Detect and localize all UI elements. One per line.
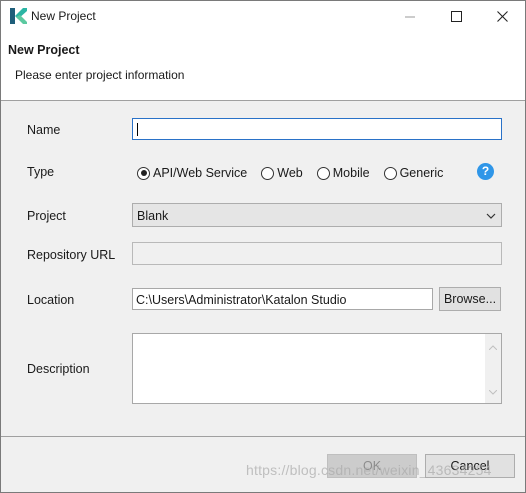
close-icon [496, 11, 508, 22]
radio-mobile[interactable]: Mobile [316, 166, 370, 180]
radio-indicator[interactable] [137, 166, 150, 180]
dialog-header: New Project Please enter project informa… [1, 32, 525, 101]
radio-label: API/Web Service [153, 166, 248, 180]
radio-indicator[interactable] [316, 166, 330, 180]
description-label: Description [27, 362, 90, 376]
radio-label: Generic [399, 166, 444, 180]
window-title: New Project [31, 9, 96, 23]
katalon-logo-icon [9, 7, 27, 25]
description-textarea[interactable] [132, 333, 502, 404]
header-message: Please enter project information [15, 68, 185, 82]
text-caret [137, 123, 138, 136]
form-area: Name Type API/Web Service Web Mobile Gen… [1, 101, 525, 436]
browse-button[interactable]: Browse... [439, 287, 501, 311]
vertical-scrollbar[interactable] [485, 334, 501, 403]
maximize-button[interactable] [433, 1, 479, 32]
watermark-text: https://blog.csdn.net/weixin_43634254 [246, 462, 492, 478]
project-label: Project [27, 209, 66, 223]
radio-generic[interactable]: Generic [383, 166, 444, 180]
type-radio-group: API/Web Service Web Mobile Generic [137, 164, 457, 182]
header-title: New Project [8, 43, 80, 57]
scroll-down-icon[interactable] [488, 384, 498, 398]
repository-url-input [132, 242, 502, 265]
location-value: C:\Users\Administrator\Katalon Studio [136, 293, 347, 307]
type-label: Type [27, 165, 55, 179]
radio-label: Web [277, 166, 303, 180]
radio-indicator[interactable] [383, 166, 397, 180]
minimize-button[interactable] [387, 1, 433, 32]
location-label: Location [27, 293, 75, 307]
location-input[interactable]: C:\Users\Administrator\Katalon Studio [132, 288, 433, 310]
radio-web[interactable]: Web [261, 166, 303, 180]
close-button[interactable] [479, 1, 525, 32]
title-bar[interactable]: New Project [1, 1, 525, 32]
name-label: Name [27, 123, 61, 137]
radio-label: Mobile [332, 166, 370, 180]
project-select-value: Blank [137, 209, 169, 223]
project-select[interactable]: Blank [132, 203, 502, 227]
scroll-up-icon[interactable] [488, 339, 498, 353]
radio-indicator[interactable] [261, 166, 275, 180]
new-project-dialog: New Project New Project Please enter pro… [0, 0, 526, 493]
repository-url-label: Repository URL [27, 248, 116, 262]
name-input[interactable] [132, 118, 502, 140]
chevron-down-icon [485, 210, 497, 222]
radio-api-web-service[interactable]: API/Web Service [137, 166, 247, 180]
help-icon[interactable]: ? [477, 163, 494, 180]
